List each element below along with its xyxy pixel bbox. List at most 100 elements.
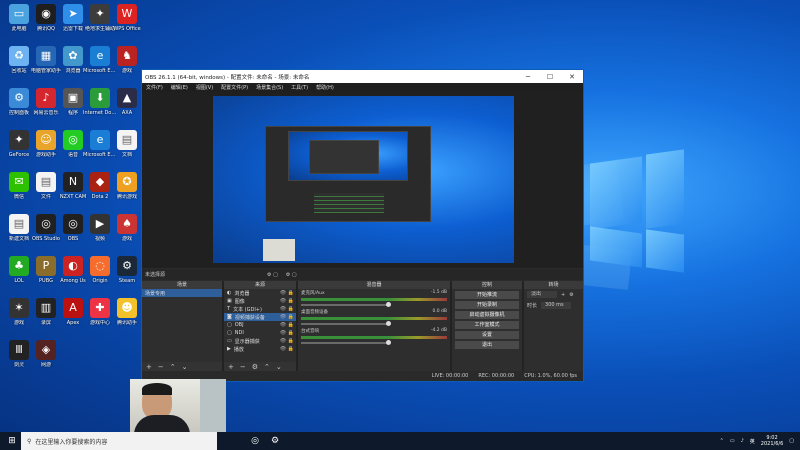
duration-input[interactable]: 300 ms [541,302,572,309]
obs-icon: ◎ [63,214,83,234]
visibility-lock-icon[interactable]: 👁 🔒 [280,298,296,304]
desktop-icon[interactable]: ◈ 网游 [29,338,63,384]
steam-taskbar-icon[interactable]: ⚙ [267,434,283,448]
down-icon[interactable]: ⌄ [276,363,282,371]
desktop-icon[interactable]: ♞ 游戏 [110,44,144,90]
scenes-footer: + − ⌃ ⌄ [142,362,222,371]
filters-icon[interactable]: ⚙ ▢ [286,272,297,278]
taskbar-clock[interactable]: 9:02 2021/6/6 [761,435,783,447]
visibility-lock-icon[interactable]: 👁 🔒 [280,338,296,344]
no-source-selected: 未选择源 [145,272,166,278]
remove-icon[interactable]: − [158,363,164,371]
desktop-icon[interactable]: ✪ 腾讯游戏 [110,170,144,216]
add-icon[interactable]: + [228,363,234,371]
close-icon[interactable]: ✕ [561,73,583,81]
visibility-lock-icon[interactable]: 👁 🔒 [280,306,296,312]
start-recording-button[interactable]: 开始录制 [455,301,519,309]
transition-select[interactable]: 淡出 [527,291,557,298]
mixer-channel-name: 桌面音频设备 [301,310,328,315]
scene-item[interactable]: 场景专用 [142,289,222,297]
add-icon[interactable]: + [561,292,565,298]
tray-chevron-icon[interactable]: ⌃ [720,438,724,444]
menu-tools[interactable]: 工具(T) [291,84,308,91]
desktop-icon[interactable]: ▲ AXA [110,86,144,132]
cpu-status: CPU: 1.0%, 60.00 fps [524,373,577,379]
desktop-icon[interactable]: ▤ 文档 [110,128,144,174]
up-icon[interactable]: ⌃ [170,363,176,371]
add-icon[interactable]: + [146,363,152,371]
source-list: ◐ 浏览器 👁 🔒 ▣ 图像 👁 🔒 T 文本 (GDI+) 👁 🔒 ◙ 视频捕获设备 👁 🔒 ▢ OBJ… [224,289,296,353]
visibility-lock-icon[interactable]: 👁 🔒 [280,290,296,296]
desktop-icon[interactable]: ♠ 游戏 [110,212,144,258]
virtual-camera-button[interactable]: 启动虚拟摄像机 [455,311,519,319]
obs-icon: ◎ [36,214,56,234]
desktop-icon[interactable]: ☻ 腾讯助手 [110,296,144,342]
menu-scene-collection[interactable]: 场景集合(S) [256,84,283,91]
game-icon: ◆ [90,172,110,192]
game-icon: Ⅲ [9,340,29,360]
windows-logo-pane [590,156,642,230]
duration-label: 时长 [527,303,538,309]
gear-icon[interactable]: ⚙ [569,292,573,298]
visibility-lock-icon[interactable]: 👁 🔒 [280,314,296,320]
taskbar-search[interactable]: ⚲ 在这里输入你要搜索的内容 [21,432,217,450]
preview-canvas[interactable] [213,96,514,263]
desktop-icon[interactable]: ⚙ Steam [110,254,144,300]
obs-taskbar-icon[interactable]: ◎ [247,434,263,448]
mixer-channel: 桌面音频设备 0.0 dB [298,308,450,327]
source-name: OBJ [234,322,244,328]
remove-icon[interactable]: − [240,363,246,371]
game-icon: ✦ [90,4,110,24]
exit-button[interactable]: 退出 [455,341,519,349]
source-item[interactable]: ▭ 显示器捕获 👁 🔒 [224,337,296,345]
notification-icon[interactable]: ▢ [789,438,794,444]
start-streaming-button[interactable]: 开始推流 [455,291,519,299]
volume-icon[interactable]: ♪ [741,438,744,444]
visibility-lock-icon[interactable]: 👁 🔒 [280,346,296,352]
volume-slider[interactable] [301,340,391,345]
gear-icon[interactable]: ⚙ [252,363,258,371]
obs-title-bar[interactable]: OBS 26.1.1 (64-bit, windows) - 配置文件: 未命名… [142,70,583,83]
volume-slider-handle[interactable] [386,302,391,307]
desktop-icon[interactable]: W WPS Office [110,2,144,48]
source-item[interactable]: T 文本 (GDI+) 👁 🔒 [224,305,296,313]
source-item[interactable]: ▢ OBJ 👁 🔒 [224,321,296,329]
source-item[interactable]: ▶ 播放 👁 🔒 [224,345,296,353]
ime-icon[interactable]: 英 [750,438,755,445]
source-item[interactable]: ▣ 图像 👁 🔒 [224,297,296,305]
menu-profile[interactable]: 配置文件(P) [221,84,248,91]
volume-slider-handle[interactable] [386,340,391,345]
obs-preview[interactable] [142,92,583,268]
obs-window[interactable]: OBS 26.1.1 (64-bit, windows) - 配置文件: 未命名… [141,69,584,382]
source-item[interactable]: ◐ 浏览器 👁 🔒 [224,289,296,297]
edge-icon: e [90,46,110,66]
minimize-icon[interactable]: ─ [517,73,539,81]
app-icon: ▦ [36,46,56,66]
source-item[interactable]: ◙ 视频捕获设备 👁 🔒 [224,313,296,321]
network-icon[interactable]: ▭ [730,438,735,444]
scenes-header: 场景 [142,281,222,289]
game-icon: ◈ [36,340,56,360]
visibility-lock-icon[interactable]: 👁 🔒 [280,322,296,328]
volume-slider-handle[interactable] [386,321,391,326]
desktop-icon-label: 游戏 [121,236,132,242]
menu-help[interactable]: 帮助(H) [316,84,334,91]
up-icon[interactable]: ⌃ [264,363,270,371]
maximize-icon[interactable]: ☐ [539,73,561,81]
settings-button[interactable]: 设置 [455,331,519,339]
source-item[interactable]: ▢ NDI 👁 🔒 [224,329,296,337]
image-icon: ▣ [227,298,232,304]
studio-mode-button[interactable]: 工作室模式 [455,321,519,329]
menu-view[interactable]: 视图(V) [196,84,213,91]
mixer-channel: 麦克风/Aux -1.5 dB [298,289,450,308]
wechat-icon: ✉ [9,172,29,192]
visibility-lock-icon[interactable]: 👁 🔒 [280,330,296,336]
down-icon[interactable]: ⌄ [182,363,188,371]
transitions-header: 转场 [524,281,583,289]
menu-file[interactable]: 文件(F) [146,84,163,91]
volume-slider[interactable] [301,321,391,326]
properties-gear-icon[interactable]: ⚙ ▢ [267,272,278,278]
windows-start-icon[interactable]: ⊞ [4,434,20,448]
volume-slider[interactable] [301,302,391,307]
menu-edit[interactable]: 编辑(E) [171,84,188,91]
